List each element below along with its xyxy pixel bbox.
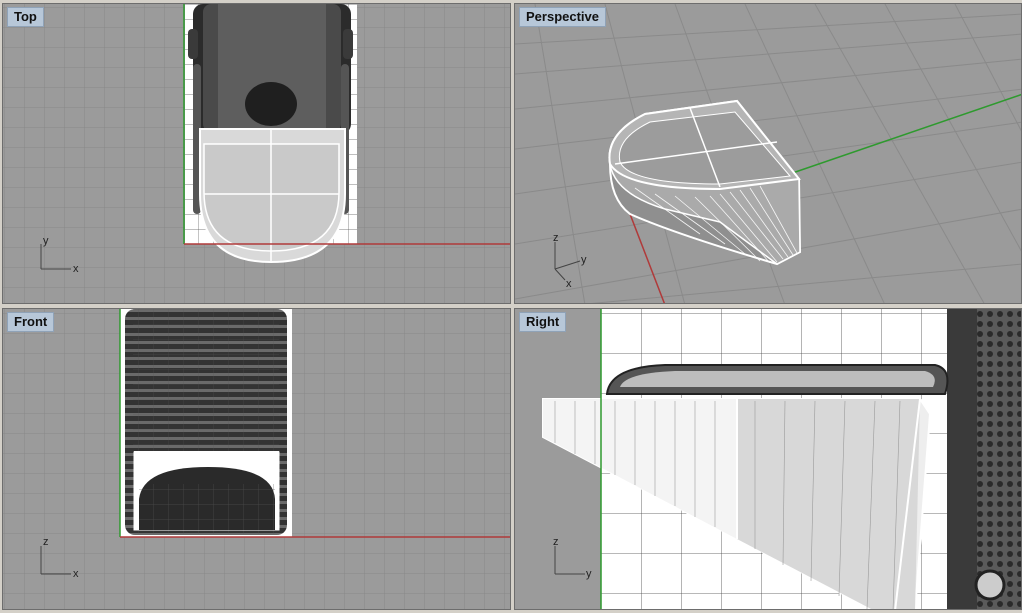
axis-label-z: z [553, 536, 559, 548]
viewport-title-front[interactable]: Front [7, 312, 55, 332]
viewport-front[interactable]: Front z x [2, 308, 511, 610]
axis-label-x: x [73, 263, 79, 275]
axis-label-y: y [581, 254, 587, 266]
viewport-title-perspective[interactable]: Perspective [519, 7, 606, 27]
viewport-perspective[interactable]: Perspective z y x [514, 3, 1022, 304]
axis-label-x: x [73, 568, 79, 580]
axis-label-x: x [566, 278, 572, 290]
viewport-right[interactable]: Right z y [514, 308, 1022, 610]
axis-label-z: z [553, 232, 559, 244]
front-viewport-canvas[interactable]: z x [3, 309, 511, 610]
right-viewport-canvas[interactable]: z y [515, 309, 1022, 610]
viewport-title-right[interactable]: Right [519, 312, 567, 332]
axis-label-y: y [586, 568, 592, 580]
viewport-title-top[interactable]: Top [7, 7, 44, 27]
perspective-viewport-canvas[interactable]: z y x [515, 4, 1022, 304]
top-viewport-canvas[interactable]: y x [3, 4, 511, 304]
axis-label-z: z [43, 536, 49, 548]
axis-label-y: y [43, 235, 49, 247]
viewport-top[interactable]: Top y x [2, 3, 511, 304]
